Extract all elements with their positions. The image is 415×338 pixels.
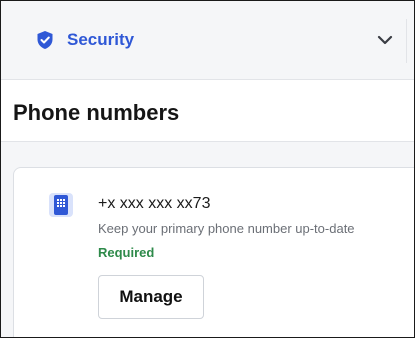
required-badge: Required — [98, 245, 155, 260]
page-title: Phone numbers — [13, 100, 180, 125]
security-accordion-header[interactable]: Security — [13, 19, 407, 63]
chevron-down-icon[interactable] — [376, 31, 394, 49]
phone-number-card: +x xxx xxx xx73 Keep your primary phone … — [13, 167, 414, 337]
app-frame: Security Phone numbers +x xxx xxx xx73 K… — [0, 0, 415, 338]
shield-check-icon — [35, 30, 55, 50]
header-bar: Security — [1, 1, 414, 80]
phone-number-value: +x xxx xxx xx73 — [98, 195, 211, 212]
manage-button[interactable]: Manage — [98, 275, 204, 319]
security-label: Security — [67, 30, 135, 49]
phone-keypad-icon — [48, 192, 74, 218]
phone-number-description: Keep your primary phone number up-to-dat… — [98, 221, 355, 236]
